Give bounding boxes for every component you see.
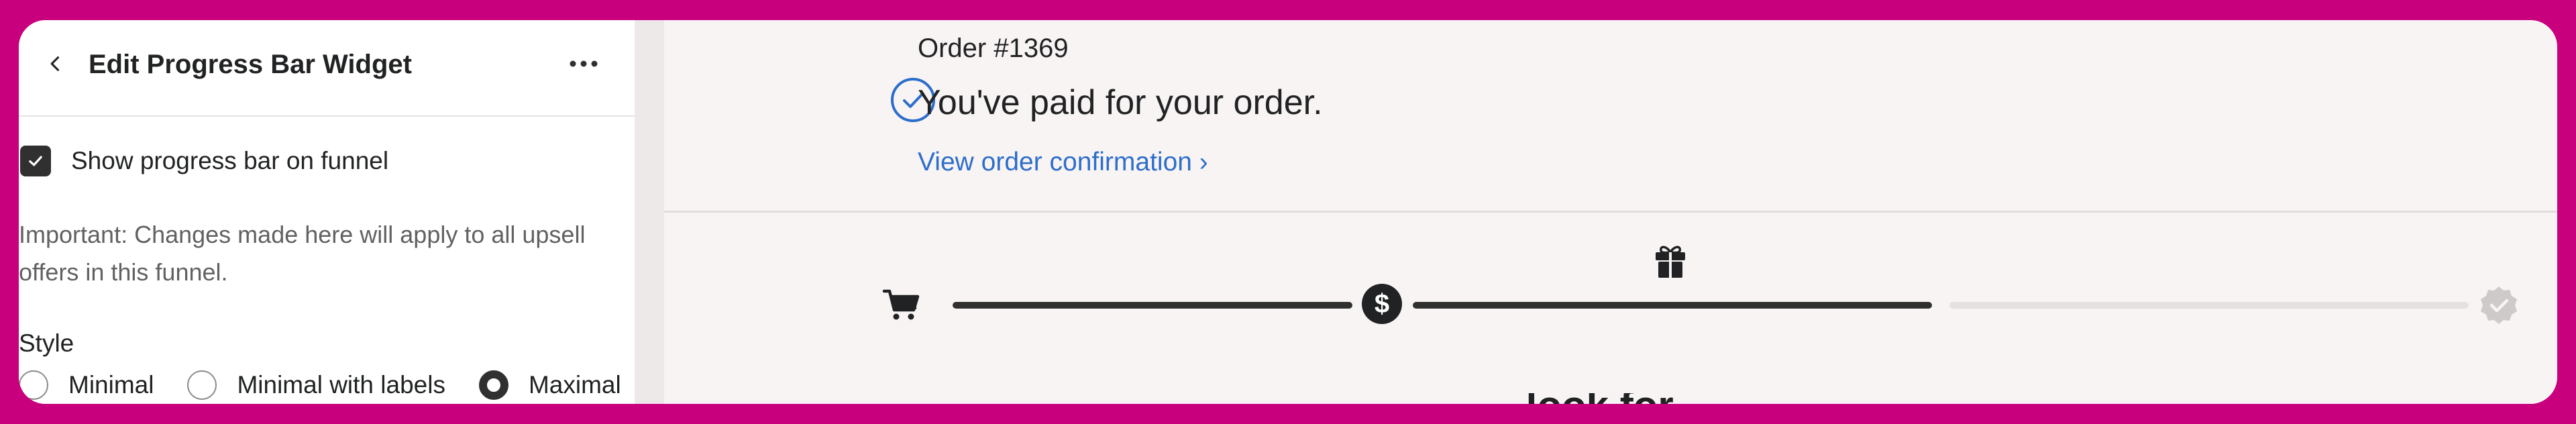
chevron-left-icon bbox=[50, 56, 60, 71]
gift-icon bbox=[1656, 246, 1685, 278]
style-radio-minimal-labels[interactable] bbox=[187, 370, 217, 400]
view-order-confirmation-link[interactable]: View order confirmation › bbox=[918, 144, 1208, 181]
checkmark-icon bbox=[29, 156, 42, 166]
progress-segment-2 bbox=[1413, 302, 1932, 309]
paid-message: You've paid for your order. bbox=[918, 83, 1323, 122]
order-number: Order #1369 bbox=[918, 34, 1069, 63]
panel-title: Edit Progress Bar Widget bbox=[89, 50, 412, 79]
next-offer-heading-text: ... look for... bbox=[1481, 393, 1884, 404]
style-label-maximal: Maximal bbox=[528, 371, 621, 399]
back-button[interactable] bbox=[39, 47, 72, 81]
show-progress-label: Show progress bar on funnel bbox=[71, 147, 389, 174]
settings-panel: Edit Progress Bar Widget Show progress b… bbox=[19, 20, 635, 404]
style-radio-group: Minimal Minimal with labels Maximal bbox=[19, 366, 655, 404]
next-offer-heading: ... look for... bbox=[1481, 393, 1884, 404]
section-divider bbox=[664, 211, 2557, 213]
funnel-preview: Order #1369 You've paid for your order. … bbox=[664, 20, 2557, 404]
cart-icon bbox=[882, 289, 920, 320]
style-label-minimal-labels: Minimal with labels bbox=[237, 371, 445, 399]
show-progress-checkbox[interactable] bbox=[20, 146, 51, 176]
style-radio-minimal[interactable] bbox=[19, 370, 48, 400]
panel-header: Edit Progress Bar Widget bbox=[19, 20, 635, 117]
dollar-icon: $ bbox=[1362, 284, 1402, 324]
more-actions-button[interactable] bbox=[564, 47, 604, 81]
panel-divider bbox=[635, 20, 664, 404]
style-label-minimal: Minimal bbox=[68, 371, 154, 399]
style-radio-maximal[interactable] bbox=[478, 370, 508, 400]
badge-check-icon bbox=[2481, 286, 2517, 324]
progress-segment-3 bbox=[1949, 302, 2469, 309]
style-label: Style bbox=[19, 329, 74, 357]
ellipsis-icon bbox=[570, 60, 598, 67]
app-window: Edit Progress Bar Widget Show progress b… bbox=[19, 20, 2557, 404]
progress-segment-1 bbox=[953, 302, 1352, 309]
show-progress-row[interactable]: Show progress bar on funnel bbox=[20, 142, 388, 180]
important-notice: Important: Changes made here will apply … bbox=[19, 221, 586, 286]
